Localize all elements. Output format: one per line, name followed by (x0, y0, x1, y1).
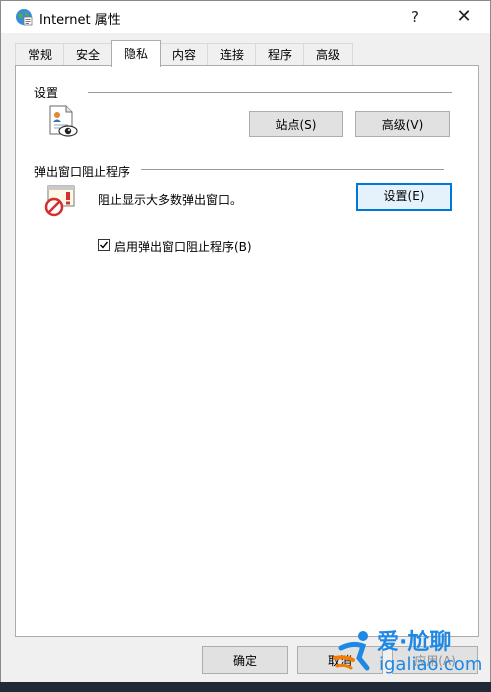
title-bar[interactable]: Internet 属性 ? ✕ (1, 1, 490, 33)
taskbar (0, 682, 491, 692)
popup-blocker-group-title: 弹出窗口阻止程序 (34, 163, 131, 180)
internet-options-dialog: Internet 属性 ? ✕ 常规 安全 隐私 内容 连接 程序 高级 设置 … (0, 0, 491, 692)
enable-popup-blocker-checkbox[interactable] (98, 239, 110, 251)
popup-blocked-icon (44, 185, 75, 217)
tab-privacy[interactable]: 隐私 (111, 40, 161, 67)
privacy-document-eye-icon (49, 105, 78, 137)
running-figure-logo-icon (333, 631, 370, 671)
popup-blocker-description: 阻止显示大多数弹出窗口。 (98, 193, 243, 207)
privacy-advanced-button[interactable]: 高级(V) (355, 111, 450, 137)
tab-general[interactable]: 常规 (15, 43, 65, 66)
popup-blocker-group-divider (141, 169, 444, 170)
watermark-brand: 爱·尬聊 (377, 630, 452, 655)
privacy-tab-panel: 设置 站点(S) 高级(V) 弹出窗口阻止程序 阻止显示大多数弹出窗口。 设置( (15, 65, 479, 637)
tab-connections[interactable]: 连接 (207, 43, 257, 66)
tab-security[interactable]: 安全 (63, 43, 113, 66)
help-button[interactable]: ? (393, 1, 437, 33)
ok-button[interactable]: 确定 (202, 646, 288, 674)
sites-button[interactable]: 站点(S) (249, 111, 343, 137)
tab-programs[interactable]: 程序 (255, 43, 305, 66)
watermark-url: igaliao.com (379, 654, 483, 675)
window-title: Internet 属性 (39, 13, 121, 28)
popup-settings-button[interactable]: 设置(E) (356, 183, 452, 211)
enable-popup-blocker-label[interactable]: 启用弹出窗口阻止程序(B) (114, 238, 252, 255)
settings-group-divider (88, 92, 452, 93)
close-button[interactable]: ✕ (442, 1, 486, 33)
tab-strip: 常规 安全 隐私 内容 连接 程序 高级 (15, 40, 485, 67)
watermark: 爱·尬聊 igaliao.com (333, 622, 491, 682)
tab-content[interactable]: 内容 (159, 43, 209, 66)
tab-advanced[interactable]: 高级 (303, 43, 353, 66)
check-mark-icon (100, 241, 109, 249)
settings-group-title: 设置 (34, 84, 59, 101)
internet-globe-icon (16, 9, 33, 26)
